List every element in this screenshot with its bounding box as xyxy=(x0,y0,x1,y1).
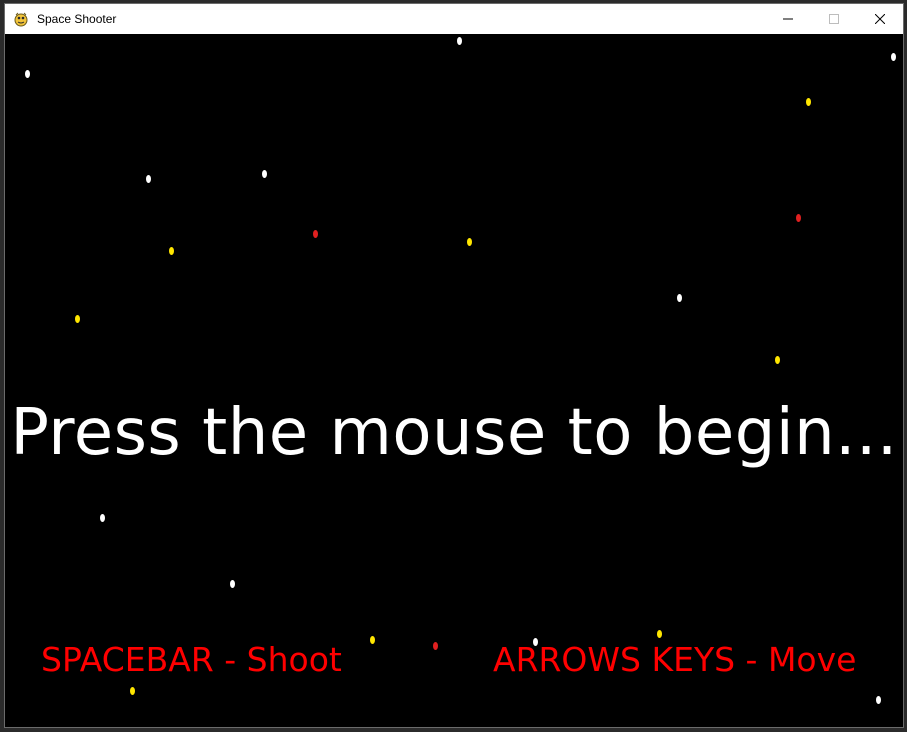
maximize-icon xyxy=(829,14,839,24)
game-window: Space Shooter Press the mouse to begin..… xyxy=(4,3,904,728)
star xyxy=(130,687,135,695)
minimize-icon xyxy=(783,18,793,20)
star xyxy=(370,636,375,644)
title-bar[interactable]: Space Shooter xyxy=(5,4,903,34)
window-controls xyxy=(765,4,903,34)
star xyxy=(313,230,318,238)
star xyxy=(25,70,30,78)
star xyxy=(876,696,881,704)
maximize-button[interactable] xyxy=(811,4,857,34)
star xyxy=(146,175,151,183)
shoot-hint: SPACEBAR - Shoot xyxy=(41,640,342,679)
minimize-button[interactable] xyxy=(765,4,811,34)
star xyxy=(75,315,80,323)
close-button[interactable] xyxy=(857,4,903,34)
star xyxy=(100,514,105,522)
star xyxy=(467,238,472,246)
star xyxy=(677,294,682,302)
start-prompt: Press the mouse to begin... xyxy=(10,396,898,470)
star xyxy=(262,170,267,178)
close-icon xyxy=(875,14,885,24)
star xyxy=(891,53,896,61)
star xyxy=(806,98,811,106)
pygame-snake-icon xyxy=(14,12,28,27)
star xyxy=(775,356,780,364)
star xyxy=(433,642,438,650)
star xyxy=(457,37,462,45)
star xyxy=(657,630,662,638)
star xyxy=(796,214,801,222)
game-canvas[interactable]: Press the mouse to begin... SPACEBAR - S… xyxy=(5,34,903,727)
move-hint: ARROWS KEYS - Move xyxy=(493,640,857,679)
star xyxy=(230,580,235,588)
star xyxy=(169,247,174,255)
window-title: Space Shooter xyxy=(37,12,117,26)
